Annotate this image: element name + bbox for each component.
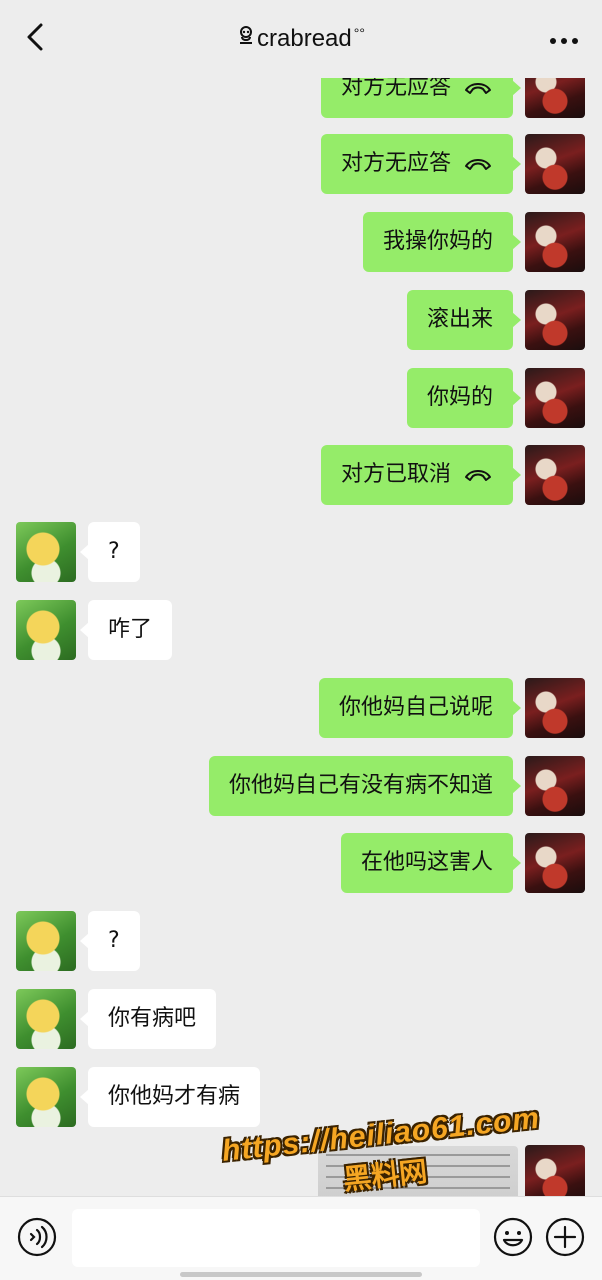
user-avatar[interactable] <box>525 678 585 738</box>
message-row: 在他吗这害人 <box>0 833 602 895</box>
contact-avatar[interactable] <box>16 522 76 582</box>
message-row: 你妈的 <box>0 368 602 430</box>
message-row: 咋了 <box>0 600 602 662</box>
more-functions-button[interactable] <box>544 1216 586 1258</box>
user-avatar[interactable] <box>525 756 585 816</box>
more-options-button[interactable] <box>542 22 586 56</box>
message-list[interactable]: 对方无应答 对方无应答 我操你妈的 滚出来 你妈的 对方已取消 ? 咋了 你他妈… <box>0 0 602 1196</box>
phone-hangup-icon <box>463 465 493 485</box>
message-text: 在他吗这害人 <box>360 850 493 875</box>
user-avatar[interactable] <box>525 368 585 428</box>
message-text: 对方已取消 <box>340 462 451 487</box>
contact-avatar[interactable] <box>16 989 76 1049</box>
message-text: 你他妈才有病 <box>108 1084 241 1109</box>
chat-title-text: crabread <box>257 25 352 52</box>
message-bubble[interactable]: 你妈的 <box>406 368 522 428</box>
message-input[interactable] <box>72 1209 480 1267</box>
chat-title-suffix: °° <box>353 25 365 41</box>
phone-hangup-icon <box>463 78 493 98</box>
contact-avatar[interactable] <box>16 911 76 971</box>
message-row: 你他妈自己有没有病不知道 <box>0 756 602 818</box>
message-row: 对方已取消 <box>0 445 602 507</box>
message-text: 滚出来 <box>426 307 493 332</box>
message-row: 对方无应答 <box>0 134 602 196</box>
message-bubble[interactable]: 你他妈才有病 <box>79 1067 261 1127</box>
user-avatar[interactable] <box>525 212 585 272</box>
message-text: ? <box>108 928 120 953</box>
back-button[interactable] <box>18 22 52 56</box>
message-bubble[interactable]: 对方已取消 <box>320 445 522 505</box>
message-text: 你他妈自己说呢 <box>338 695 493 720</box>
contact-avatar[interactable] <box>16 1067 76 1127</box>
home-indicator <box>180 1272 422 1277</box>
user-avatar[interactable] <box>525 290 585 350</box>
voice-icon <box>16 1217 58 1262</box>
message-text: 咋了 <box>108 617 153 642</box>
message-text: 对方无应答 <box>340 151 451 176</box>
more-dots-icon <box>549 30 579 49</box>
message-bubble[interactable]: ? <box>80 911 140 971</box>
user-avatar[interactable] <box>525 833 585 893</box>
message-bubble[interactable]: 滚出来 <box>406 290 522 350</box>
message-text: 你妈的 <box>426 385 493 410</box>
message-row: ? <box>0 911 602 973</box>
message-bubble[interactable]: 你他妈自己有没有病不知道 <box>208 756 522 816</box>
message-text: 我操你妈的 <box>382 229 493 254</box>
message-row: 我操你妈的 <box>0 212 602 274</box>
emoji-button[interactable] <box>492 1216 534 1258</box>
chat-header: crabread °° <box>0 0 602 78</box>
message-text: 你有病吧 <box>108 1006 197 1031</box>
message-text: ? <box>108 539 120 564</box>
chevron-left-icon <box>25 22 45 56</box>
plus-circle-icon <box>544 1217 586 1262</box>
message-row: ? <box>0 522 602 584</box>
message-bubble[interactable]: 咋了 <box>79 600 173 660</box>
contact-avatar[interactable] <box>16 600 76 660</box>
pig-nose-icon <box>237 25 255 54</box>
input-bar <box>0 1196 602 1280</box>
user-avatar[interactable] <box>525 134 585 194</box>
message-bubble[interactable]: 在他吗这害人 <box>340 833 522 893</box>
message-row: 你他妈自己说呢 <box>0 678 602 740</box>
phone-hangup-icon <box>463 154 493 174</box>
message-row: 滚出来 <box>0 290 602 352</box>
user-avatar[interactable] <box>525 445 585 505</box>
emoji-icon <box>492 1217 534 1262</box>
message-text: 你他妈自己有没有病不知道 <box>228 773 493 798</box>
voice-button[interactable] <box>16 1216 58 1258</box>
message-row: 你有病吧 <box>0 989 602 1051</box>
message-bubble[interactable]: 对方无应答 <box>320 134 522 194</box>
message-bubble[interactable]: 你有病吧 <box>79 989 217 1049</box>
chat-title: crabread °° <box>237 25 365 54</box>
message-bubble[interactable]: 我操你妈的 <box>362 212 522 272</box>
message-bubble[interactable]: 你他妈自己说呢 <box>318 678 522 738</box>
message-bubble[interactable]: ? <box>80 522 140 582</box>
